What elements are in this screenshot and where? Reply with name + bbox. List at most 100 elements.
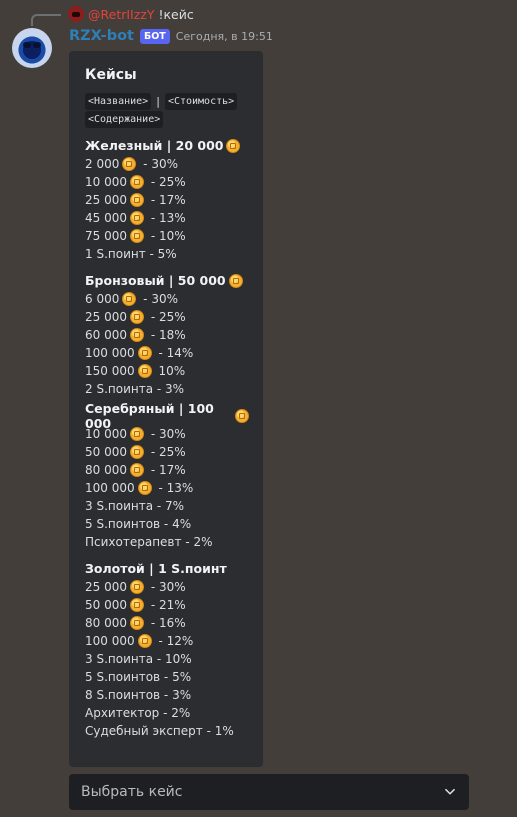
reward-row: 25 000 - 30% [85, 578, 249, 596]
reward-chance: - 25% [147, 445, 186, 459]
reward-chance: - 16% [147, 616, 186, 630]
reward-chance: - 17% [147, 463, 186, 477]
reward-value: 50 000 [85, 445, 127, 459]
coin-icon [130, 427, 144, 441]
coin-icon [228, 273, 243, 288]
reward-chance: - 12% [154, 634, 194, 648]
reward-value: 10 000 [85, 427, 127, 441]
reward-row: 80 000 - 16% [85, 614, 249, 632]
legend-line-2: <Содержание> [85, 110, 249, 128]
coin-icon [130, 193, 144, 207]
legend-content-code: <Содержание> [85, 110, 164, 128]
embed-title: Кейсы [85, 67, 137, 83]
cases-embed: Кейсы <Название> | <Стоимость> <Содержан… [69, 51, 263, 767]
reward-value: 75 000 [85, 229, 127, 243]
reward-value: 80 000 [85, 463, 127, 477]
coin-icon [137, 346, 152, 360]
reward-value: 5 S.поинтов - 4% [85, 517, 192, 531]
reward-value: 6 000 [85, 292, 120, 306]
reward-chance: - 25% [147, 175, 186, 189]
reward-value: 100 000 [85, 634, 135, 648]
reward-row: 100 000 - 14% [85, 344, 249, 362]
reward-row: 25 000 - 25% [85, 308, 249, 326]
case-title-text: Железный | 20 000 [85, 138, 224, 153]
reward-value: 45 000 [85, 211, 127, 225]
reward-chance: - 18% [147, 328, 186, 342]
reward-value: 5 S.поинтов - 5% [85, 670, 192, 684]
reward-row: 75 000 - 10% [85, 227, 249, 245]
reward-row: Судебный эксперт - 1% [85, 722, 249, 740]
reward-row: Архитектор - 2% [85, 704, 249, 722]
reward-row: 3 S.поинта - 10% [85, 650, 249, 668]
avatar[interactable] [12, 28, 52, 68]
reward-chance: - 30% [139, 292, 178, 306]
legend-line: <Название> | <Стоимость> [85, 92, 249, 110]
avatar-eye-left [23, 42, 31, 48]
reward-value: 50 000 [85, 598, 127, 612]
reward-value: 2 000 [85, 157, 120, 171]
reward-value: 8 S.поинтов - 3% [85, 688, 192, 702]
reward-value: 10 000 [85, 175, 127, 189]
coin-icon [130, 211, 144, 225]
reward-chance: - 30% [147, 580, 186, 594]
coin-icon [130, 616, 144, 630]
coin-icon [226, 138, 241, 153]
reward-row: 45 000 - 13% [85, 209, 249, 227]
coin-icon [122, 157, 137, 171]
reward-value: Психотерапевт - 2% [85, 535, 213, 549]
case-select-dropdown[interactable]: Выбрать кейс [69, 774, 469, 810]
case-title: Серебряный | 100 000 [85, 401, 249, 431]
reward-row: 5 S.поинтов - 5% [85, 668, 249, 686]
message-timestamp: Сегодня, в 19:51 [175, 29, 273, 43]
message-header: RZX-bot БОТ Сегодня, в 19:51 [69, 28, 273, 44]
coin-icon [130, 310, 144, 324]
coin-icon [137, 481, 152, 495]
case-title: Железный | 20 000 [85, 136, 249, 155]
reward-row: 80 000 - 17% [85, 461, 249, 479]
avatar-eye-right [33, 42, 41, 48]
reward-row: 100 000 - 12% [85, 632, 249, 650]
legend-cost-code: <Стоимость> [164, 92, 238, 110]
reply-username[interactable]: @RetrIIzzY [88, 7, 155, 22]
coin-icon [122, 292, 137, 306]
legend-name-code: <Название> [85, 92, 152, 110]
coin-icon [235, 408, 249, 423]
reply-preview[interactable]: @RetrIIzzY !кейс [31, 5, 194, 26]
reward-chance: - 25% [147, 310, 186, 324]
reward-row: 50 000 - 21% [85, 596, 249, 614]
coin-icon [130, 328, 144, 342]
reward-chance: 10% [154, 364, 186, 378]
reward-chance: - 30% [139, 157, 178, 171]
reward-value: 150 000 [85, 364, 135, 378]
reward-row: 8 S.поинтов - 3% [85, 686, 249, 704]
reward-chance: - 14% [154, 346, 194, 360]
reward-value: 25 000 [85, 580, 127, 594]
reward-value: 25 000 [85, 193, 127, 207]
reply-text[interactable]: !кейс [159, 7, 194, 22]
case-sections: Железный | 20 000 2 000 - 30% 10 000 - 25%… [85, 136, 249, 740]
reward-value: 100 000 [85, 346, 135, 360]
case-title-text: Бронзовый | 50 000 [85, 273, 226, 288]
reward-chance: - 30% [147, 427, 186, 441]
reward-value: 100 000 [85, 481, 135, 495]
reward-row: 5 S.поинтов - 4% [85, 515, 249, 533]
case-section: Железный | 20 000 2 000 - 30% 10 000 - 25%… [85, 136, 249, 263]
reward-value: 3 S.поинта - 7% [85, 499, 185, 513]
reward-value: 3 S.поинта - 10% [85, 652, 192, 666]
reward-row: Психотерапевт - 2% [85, 533, 249, 551]
bot-badge: БОТ [139, 28, 170, 44]
reward-chance: - 17% [147, 193, 186, 207]
reply-avatar[interactable] [68, 6, 84, 22]
author-name[interactable]: RZX-bot [69, 28, 134, 44]
reward-row: 6 000 - 30% [85, 290, 249, 308]
coin-icon [130, 445, 144, 459]
coin-icon [130, 229, 144, 243]
reward-row: 3 S.поинта - 7% [85, 497, 249, 515]
reward-value: 2 S.поинта - 3% [85, 382, 185, 396]
coin-icon [130, 175, 144, 189]
reward-chance: - 10% [147, 229, 186, 243]
case-section: Бронзовый | 50 000 6 000 - 30% 25 000 - 25… [85, 271, 249, 398]
case-section: Серебряный | 100 000 10 000 - 30% 50 000 -… [85, 401, 249, 551]
coin-icon [137, 364, 152, 378]
case-title: Бронзовый | 50 000 [85, 271, 249, 290]
